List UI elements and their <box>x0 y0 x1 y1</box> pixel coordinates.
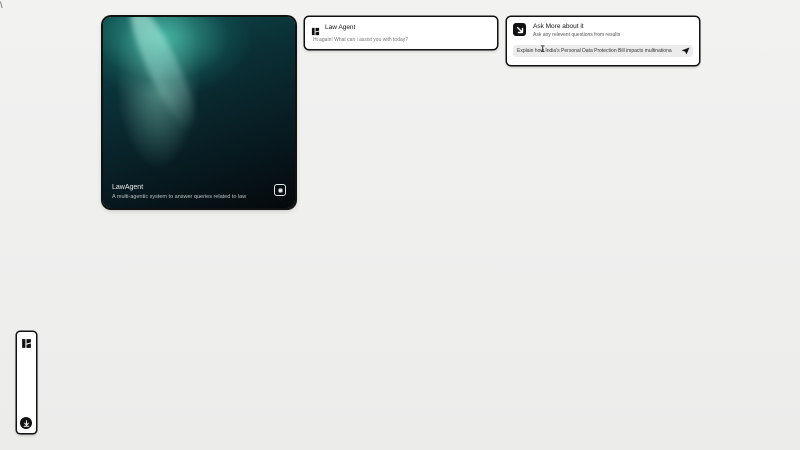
side-dock <box>17 332 36 433</box>
aurora-streak <box>119 17 207 137</box>
hero-title: LawAgent <box>112 184 144 191</box>
law-agent-card: Law Agent Hi again! What can i assist yo… <box>305 17 497 49</box>
agent-title: Law Agent <box>325 24 356 31</box>
agent-message: Hi again! What can i assist you with tod… <box>313 37 409 43</box>
law-agent-logo-icon[interactable] <box>21 336 32 348</box>
send-button[interactable] <box>681 47 690 55</box>
download-icon <box>23 419 29 427</box>
text-cursor-icon: I <box>540 45 546 55</box>
law-agent-logo-icon <box>311 23 320 36</box>
corner-mark: \ <box>0 0 3 10</box>
page: \ LawAgent A multi-agentic system to ans… <box>0 0 800 450</box>
question-field: I <box>513 45 693 57</box>
ask-more-card: Ask More about it Ask any relevent quest… <box>507 17 699 65</box>
hero-card[interactable]: LawAgent A multi-agentic system to answe… <box>103 17 295 208</box>
download-button[interactable] <box>20 417 32 429</box>
send-icon <box>681 47 690 55</box>
hero-subtitle: A multi-agentic system to answer queries… <box>112 194 247 200</box>
ask-subtitle: Ask any relevent questions from results <box>533 32 621 38</box>
square-stop-icon[interactable] <box>274 184 286 196</box>
ask-title: Ask More about it <box>533 23 584 30</box>
arrow-down-right-icon <box>513 23 526 36</box>
